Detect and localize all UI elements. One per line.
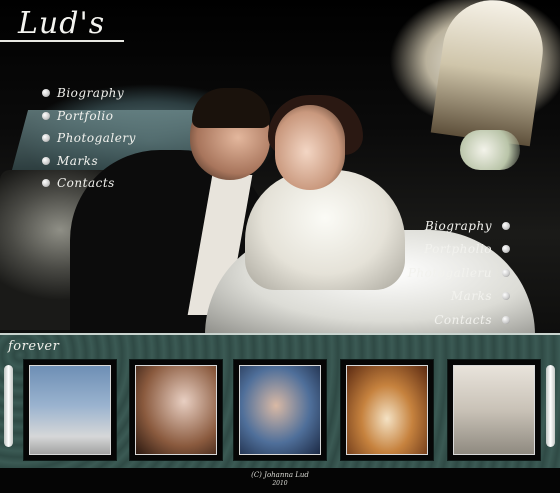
thumbnail-photo — [29, 365, 111, 455]
bullet-icon — [502, 221, 510, 230]
right-nav-label[interactable]: Portpholio — [424, 242, 492, 256]
right-nav-item-photogalleru[interactable]: Photogalleru — [408, 261, 510, 285]
scroll-right-button[interactable] — [546, 365, 555, 447]
right-nav-label[interactable]: Biography — [425, 219, 492, 233]
thumbnail-photo — [453, 365, 535, 455]
bullet-icon — [42, 156, 50, 165]
right-nav-item-marks[interactable]: Marks — [408, 285, 510, 309]
bullet-icon — [42, 89, 50, 98]
right-nav-label[interactable]: Contacts — [434, 313, 492, 327]
gallery-strip: forever — [0, 333, 560, 471]
gallery-thumbnail[interactable] — [24, 360, 116, 460]
gallery-thumbnail[interactable] — [448, 360, 540, 460]
left-nav-menu: Biography Portfolio Photogalery Marks Co… — [42, 82, 136, 195]
left-nav-item-photogalery[interactable]: Photogalery — [42, 127, 136, 150]
logo-underline — [0, 40, 124, 42]
left-nav-item-portfolio[interactable]: Portfolio — [42, 105, 136, 128]
page: Lud's Biography Portfolio Photogalery Ma… — [0, 0, 560, 493]
gallery-thumbnail[interactable] — [341, 360, 433, 460]
bullet-icon — [502, 315, 510, 324]
bouquet — [460, 130, 520, 170]
thumbnail-photo — [346, 365, 428, 455]
right-nav-item-contacts[interactable]: Contacts — [408, 308, 510, 332]
left-nav-item-biography[interactable]: Biography — [42, 82, 136, 105]
bullet-icon — [502, 292, 510, 301]
bullet-icon — [42, 111, 50, 120]
left-nav-label[interactable]: Marks — [57, 154, 98, 168]
thumbnail-photo — [239, 365, 321, 455]
gallery-thumbnail[interactable] — [234, 360, 326, 460]
right-nav-item-biography[interactable]: Biography — [408, 214, 510, 238]
groom-hair — [192, 88, 270, 128]
gallery-thumbnail[interactable] — [130, 360, 222, 460]
left-nav-label[interactable]: Contacts — [57, 176, 115, 190]
thumbnail-photo — [135, 365, 217, 455]
bride-fur-wrap — [245, 170, 405, 290]
site-logo[interactable]: Lud's — [18, 6, 105, 41]
car-back-window — [430, 0, 550, 147]
bullet-icon — [502, 268, 510, 277]
copyright-text: (C) Johanna Lud — [251, 471, 309, 479]
right-nav-item-portpholio[interactable]: Portpholio — [408, 238, 510, 262]
bride-face — [275, 105, 345, 190]
left-nav-label[interactable]: Photogalery — [57, 131, 136, 145]
gallery-title: forever — [8, 339, 60, 354]
left-nav-label[interactable]: Biography — [57, 86, 124, 100]
bullet-icon — [502, 245, 510, 254]
copyright-year: 2010 — [272, 480, 288, 487]
scroll-left-button[interactable] — [4, 365, 13, 447]
left-nav-label[interactable]: Portfolio — [57, 109, 113, 123]
left-nav-item-marks[interactable]: Marks — [42, 150, 136, 173]
right-nav-label[interactable]: Photogalleru — [408, 266, 492, 280]
left-nav-item-contacts[interactable]: Contacts — [42, 172, 136, 195]
bullet-icon — [42, 179, 50, 188]
right-nav-menu: Biography Portpholio Photogalleru Marks … — [408, 214, 510, 332]
bullet-icon — [42, 134, 50, 143]
right-nav-label[interactable]: Marks — [451, 289, 492, 303]
footer: (C) Johanna Lud 2010 — [0, 468, 560, 493]
